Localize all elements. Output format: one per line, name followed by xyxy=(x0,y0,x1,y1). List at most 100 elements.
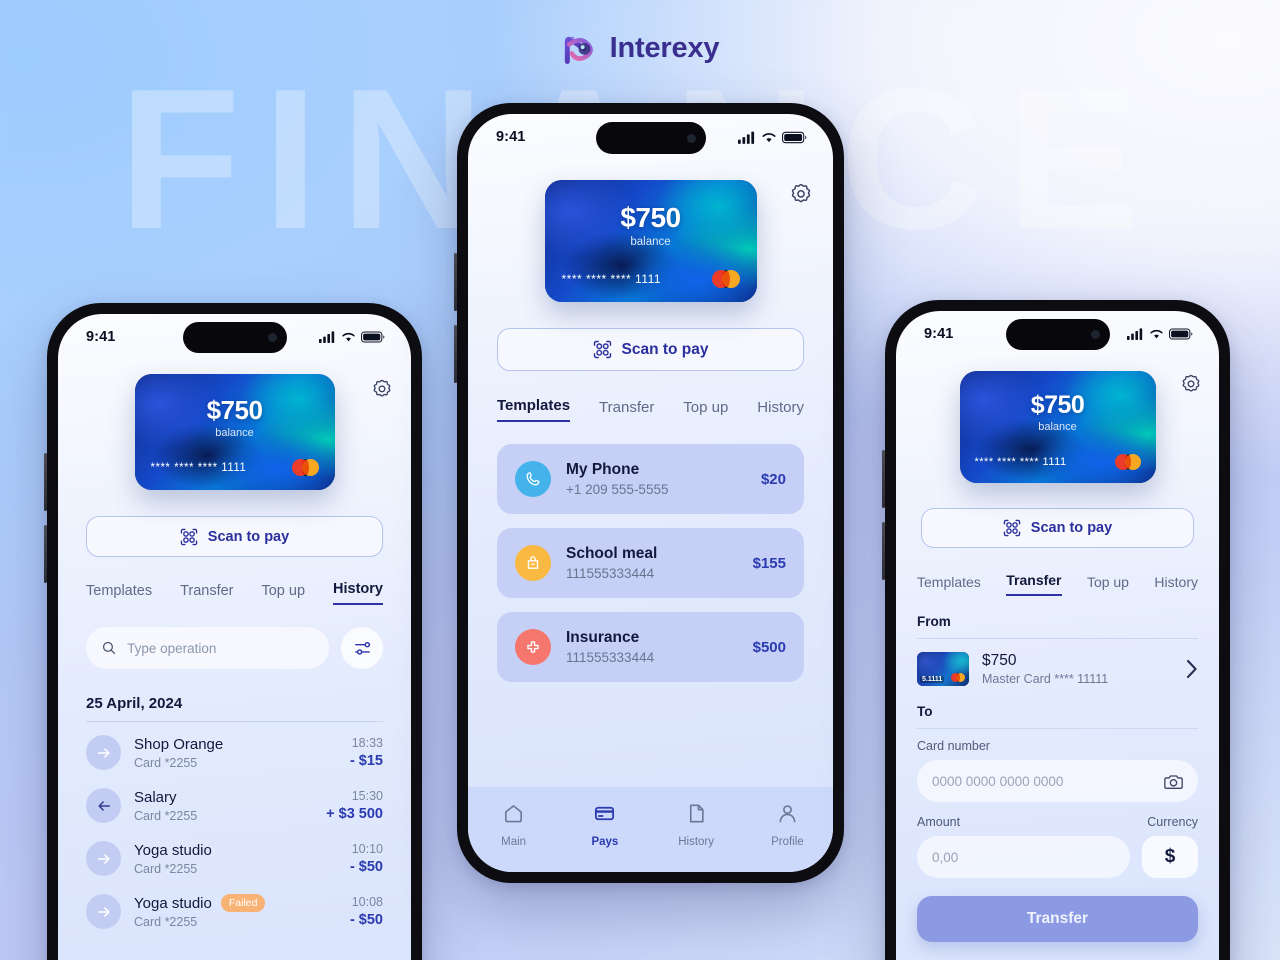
from-card-amount: $750 xyxy=(982,652,1017,669)
tab-templates[interactable]: Templates xyxy=(497,397,571,422)
search-input[interactable] xyxy=(127,640,313,656)
arrow-left-icon xyxy=(86,788,121,823)
phone-left-screen: 9:41 $750 balance **** **** **** 1111 Sc… xyxy=(58,314,411,960)
tab-transfer[interactable]: Transfer xyxy=(599,399,654,422)
template-name: Insurance xyxy=(566,629,640,646)
mastercard-icon xyxy=(951,673,965,682)
phone-icon xyxy=(515,461,551,497)
history-section: 25 April, 2024 Shop Orange Card *2255 18:3… xyxy=(86,695,383,938)
list-item[interactable]: School meal 111555333444 $155 xyxy=(497,528,804,598)
table-row[interactable]: Yoga studio Card *2255 10:10 - $50 xyxy=(86,832,383,885)
gear-icon[interactable] xyxy=(1180,373,1202,395)
tab-history[interactable]: History xyxy=(757,399,804,422)
template-amount: $500 xyxy=(752,638,786,656)
gear-icon[interactable] xyxy=(371,378,393,400)
transaction-subtitle: Card *2255 xyxy=(134,861,198,876)
status-bar: 9:41 xyxy=(468,114,833,160)
scan-to-pay-button[interactable]: Scan to pay xyxy=(921,508,1194,548)
nav-item-main[interactable]: Main xyxy=(482,802,546,848)
dynamic-island xyxy=(595,122,706,154)
camera-icon[interactable] xyxy=(1164,773,1183,790)
phone-center: 9:41 $750 balance **** **** **** 1111 Sc… xyxy=(454,103,844,883)
table-row[interactable]: Shop Orange Card *2255 18:33 - $15 xyxy=(86,726,383,779)
qr-scan-icon xyxy=(1003,519,1021,537)
phone-left: 9:41 $750 balance **** **** **** 1111 Sc… xyxy=(44,303,422,960)
brand-header: Interexy xyxy=(0,30,1280,66)
tab-top-up[interactable]: Top up xyxy=(1087,574,1129,596)
search-icon xyxy=(102,641,116,655)
wifi-icon xyxy=(1150,329,1163,339)
status-bar: 9:41 xyxy=(58,314,411,360)
table-row[interactable]: Salary Card *2255 15:30 + $3 500 xyxy=(86,779,383,832)
bank-card[interactable]: $750 balance **** **** **** 1111 xyxy=(959,371,1156,483)
phone-right-screen: 9:41 $750 balance **** **** **** 1111 Sc… xyxy=(896,311,1219,960)
transaction-title: Yoga studio xyxy=(134,841,212,859)
card-number-input[interactable] xyxy=(932,773,1154,789)
qr-scan-icon xyxy=(180,528,198,545)
nav-item-profile[interactable]: Profile xyxy=(755,802,819,848)
template-name: School meal xyxy=(566,545,658,562)
phone-center-screen: 9:41 $750 balance **** **** **** 1111 Sc… xyxy=(468,114,833,872)
phone-right: 9:41 $750 balance **** **** **** 1111 Sc… xyxy=(882,300,1230,960)
transaction-title: Yoga studio xyxy=(134,894,212,912)
template-detail: +1 209 555-5555 xyxy=(566,482,669,497)
nav-item-label: Profile xyxy=(771,836,804,848)
card-area: $750 balance **** **** **** 1111 Scan to… xyxy=(468,160,833,371)
amount-input[interactable] xyxy=(932,849,1115,865)
amount-field[interactable] xyxy=(917,836,1130,878)
nav-item-pays[interactable]: Pays xyxy=(573,802,637,848)
tab-templates[interactable]: Templates xyxy=(917,574,981,596)
card-area: $750 balance **** **** **** 1111 Scan to… xyxy=(896,357,1219,548)
tab-templates[interactable]: Templates xyxy=(86,583,152,605)
amount-currency-group: Amount Currency $ xyxy=(917,815,1198,878)
scan-to-pay-button[interactable]: Scan to pay xyxy=(497,328,804,371)
tab-transfer[interactable]: Transfer xyxy=(180,583,233,605)
template-name: My Phone xyxy=(566,461,640,478)
arrow-right-icon xyxy=(86,735,121,770)
card-balance-label: balance xyxy=(630,236,671,248)
gear-icon[interactable] xyxy=(789,182,813,206)
card-number: **** **** **** 1111 xyxy=(561,272,662,286)
table-row[interactable]: Yoga studio Failed Card *2255 10:08 - $50 xyxy=(86,885,383,938)
card-balance-amount: $750 xyxy=(1030,391,1085,419)
qr-scan-icon xyxy=(593,340,611,359)
filter-button[interactable] xyxy=(341,627,383,669)
nav-item-label: History xyxy=(678,836,715,848)
tab-top-up[interactable]: Top up xyxy=(261,583,305,605)
tab-history[interactable]: History xyxy=(333,581,383,605)
scan-to-pay-label: Scan to pay xyxy=(207,528,290,545)
tab-transfer[interactable]: Transfer xyxy=(1006,572,1062,596)
from-card-row[interactable]: 5.1111 $750 Master Card **** 11111 xyxy=(917,648,1198,688)
transaction-time: 18:33 xyxy=(351,736,383,750)
nav-item-history[interactable]: History xyxy=(664,802,728,848)
tab-top-up[interactable]: Top up xyxy=(683,399,728,422)
transaction-time: 10:08 xyxy=(351,895,383,909)
card-number: **** **** **** 1111 xyxy=(974,456,1067,468)
chevron-right-icon[interactable] xyxy=(1186,659,1198,679)
list-item[interactable]: My Phone +1 209 555-5555 $20 xyxy=(497,444,804,514)
tab-bar-center: Templates Transfer Top up History xyxy=(497,397,804,422)
tab-bar-left: Templates Transfer Top up History xyxy=(86,581,383,605)
bank-card[interactable]: $750 balance **** **** **** 1111 xyxy=(544,180,757,302)
status-time: 9:41 xyxy=(496,129,526,145)
card-number-field[interactable] xyxy=(917,760,1198,802)
tab-history[interactable]: History xyxy=(1154,574,1198,596)
amount-caption: Amount xyxy=(917,815,961,829)
transfer-form: From 5.1111 $750 Master Card **** 11111 … xyxy=(917,614,1198,942)
home-icon xyxy=(502,802,525,830)
brand-name: Interexy xyxy=(609,31,720,64)
currency-selector[interactable]: $ xyxy=(1142,836,1198,878)
transaction-title: Salary xyxy=(134,788,177,806)
wifi-icon xyxy=(342,332,355,342)
transfer-submit-button[interactable]: Transfer xyxy=(917,896,1198,942)
bank-card[interactable]: $750 balance **** **** **** 1111 xyxy=(134,374,335,490)
cellular-signal-icon xyxy=(319,331,335,343)
template-detail: 111555333444 xyxy=(566,566,655,581)
search-box[interactable] xyxy=(86,627,329,669)
transaction-amount: - $15 xyxy=(349,753,383,769)
transaction-subtitle: Card *2255 xyxy=(134,808,198,823)
scan-to-pay-button[interactable]: Scan to pay xyxy=(86,516,383,557)
from-card-thumbnail: 5.1111 xyxy=(917,652,969,686)
list-item[interactable]: Insurance 111555333444 $500 xyxy=(497,612,804,682)
credit-card-icon xyxy=(593,802,616,830)
